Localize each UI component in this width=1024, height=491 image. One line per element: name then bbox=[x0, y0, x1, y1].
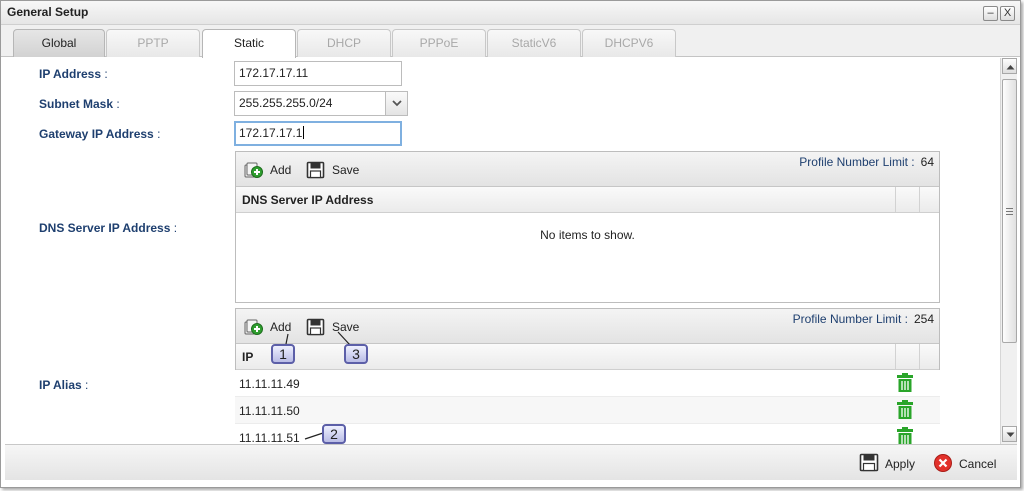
trash-icon[interactable] bbox=[897, 373, 913, 395]
grip-line bbox=[1006, 214, 1013, 215]
add-icon bbox=[244, 161, 264, 185]
ip-alias-label: IP Alias : bbox=[39, 378, 89, 392]
tab-static[interactable]: Static bbox=[202, 29, 296, 58]
dns-profile-limit: Profile Number Limit : 64 bbox=[799, 155, 934, 169]
subnet-mask-value: 255.255.255.0/24 bbox=[239, 96, 333, 110]
alias-profile-limit: Profile Number Limit : 254 bbox=[793, 312, 934, 326]
dns-add-button[interactable]: Add bbox=[244, 160, 302, 180]
dns-save-button[interactable]: Save bbox=[306, 160, 366, 180]
dns-limit-value: 64 bbox=[920, 155, 934, 169]
tab-staticv6[interactable]: StaticV6 bbox=[487, 29, 581, 57]
alias-save-label: Save bbox=[332, 320, 360, 334]
tab-pppoe[interactable]: PPPoE bbox=[392, 29, 486, 57]
general-setup-window: General Setup – X Global PPTP Static DHC… bbox=[0, 0, 1021, 488]
save-icon bbox=[306, 318, 326, 342]
column-divider bbox=[895, 344, 896, 369]
dns-save-label: Save bbox=[332, 163, 360, 177]
ip-alias-grid: Add Save Profile Number Limit : 254 IP bbox=[235, 308, 940, 370]
tab-dhcp[interactable]: DHCP bbox=[297, 29, 391, 57]
column-divider bbox=[919, 187, 920, 212]
cancel-label: Cancel bbox=[959, 457, 997, 471]
callout-marker-3: 3 bbox=[344, 344, 368, 364]
cancel-icon bbox=[933, 453, 953, 479]
alias-save-button[interactable]: Save bbox=[306, 317, 366, 337]
dns-column-header[interactable]: DNS Server IP Address bbox=[242, 193, 373, 207]
alias-add-label: Add bbox=[270, 320, 292, 334]
alias-grid-header: IP bbox=[236, 344, 939, 370]
save-icon bbox=[306, 161, 326, 185]
tab-pptp[interactable]: PPTP bbox=[106, 29, 200, 57]
column-divider bbox=[919, 344, 920, 369]
chevron-down-icon[interactable] bbox=[385, 92, 407, 115]
apply-label: Apply bbox=[885, 457, 916, 471]
gateway-ip-input[interactable]: 172.17.17.1 bbox=[234, 121, 402, 146]
tab-global[interactable]: Global bbox=[13, 29, 105, 57]
grip-line bbox=[1006, 211, 1013, 212]
dns-server-grid: Add Save Profile Number Limit :64 DNS Se bbox=[235, 151, 940, 303]
callout-marker-2: 2 bbox=[322, 424, 346, 444]
column-divider bbox=[895, 187, 896, 212]
title-bar: General Setup – X bbox=[1, 1, 1020, 25]
trash-icon[interactable] bbox=[897, 400, 913, 422]
alias-ip-value: 11.11.11.51 bbox=[239, 431, 300, 444]
text-cursor bbox=[303, 126, 305, 139]
minimize-button[interactable]: – bbox=[983, 6, 998, 21]
ip-address-label: IP Address : bbox=[39, 67, 108, 81]
apply-button[interactable]: Apply bbox=[859, 453, 925, 473]
alias-grid-toolbar: Add Save Profile Number Limit : 254 bbox=[236, 309, 939, 344]
scroll-up-button[interactable] bbox=[1002, 58, 1017, 74]
static-settings-panel: IP Address : 172.17.17.11 Subnet Mask : … bbox=[1, 58, 999, 444]
dns-grid-header: DNS Server IP Address bbox=[236, 187, 939, 213]
alias-ip-value: 11.11.11.50 bbox=[239, 404, 300, 418]
vertical-scrollbar[interactable] bbox=[1000, 58, 1017, 444]
close-window-button[interactable]: X bbox=[1000, 6, 1015, 21]
scroll-down-button[interactable] bbox=[1002, 426, 1017, 442]
alias-add-button[interactable]: Add bbox=[244, 317, 302, 337]
dns-server-label: DNS Server IP Address : bbox=[39, 221, 178, 235]
gateway-ip-value: 172.17.17.1 bbox=[239, 126, 303, 140]
alias-limit-value: 254 bbox=[913, 312, 934, 326]
table-row[interactable]: 11.11.11.50 bbox=[235, 397, 940, 424]
dns-limit-label: Profile Number Limit : bbox=[799, 155, 915, 169]
window-title: General Setup bbox=[7, 5, 89, 19]
dns-add-label: Add bbox=[270, 163, 292, 177]
trash-icon[interactable] bbox=[897, 427, 913, 444]
table-row[interactable]: 11.11.11.49 bbox=[235, 370, 940, 397]
tab-dhcpv6[interactable]: DHCPV6 bbox=[582, 29, 676, 57]
cancel-button[interactable]: Cancel bbox=[933, 453, 1005, 473]
alias-column-header[interactable]: IP bbox=[242, 350, 253, 364]
subnet-mask-label: Subnet Mask : bbox=[39, 97, 120, 111]
alias-ip-value: 11.11.11.49 bbox=[239, 377, 300, 391]
subnet-mask-select[interactable]: 255.255.255.0/24 bbox=[234, 91, 408, 116]
scroll-thumb[interactable] bbox=[1002, 79, 1017, 343]
add-icon bbox=[244, 318, 264, 342]
tab-strip: Global PPTP Static DHCP PPPoE StaticV6 D… bbox=[1, 25, 1020, 58]
alias-limit-label: Profile Number Limit : bbox=[792, 312, 908, 326]
gateway-ip-label: Gateway IP Address : bbox=[39, 127, 161, 141]
dns-empty-message: No items to show. bbox=[540, 228, 635, 242]
save-icon bbox=[859, 453, 879, 478]
callout-marker-1: 1 bbox=[271, 344, 295, 364]
dialog-footer: Apply Cancel bbox=[5, 444, 1017, 480]
ip-address-input[interactable]: 172.17.17.11 bbox=[234, 61, 402, 86]
dns-grid-toolbar: Add Save Profile Number Limit : 64 bbox=[236, 152, 939, 187]
grip-line bbox=[1006, 208, 1013, 209]
